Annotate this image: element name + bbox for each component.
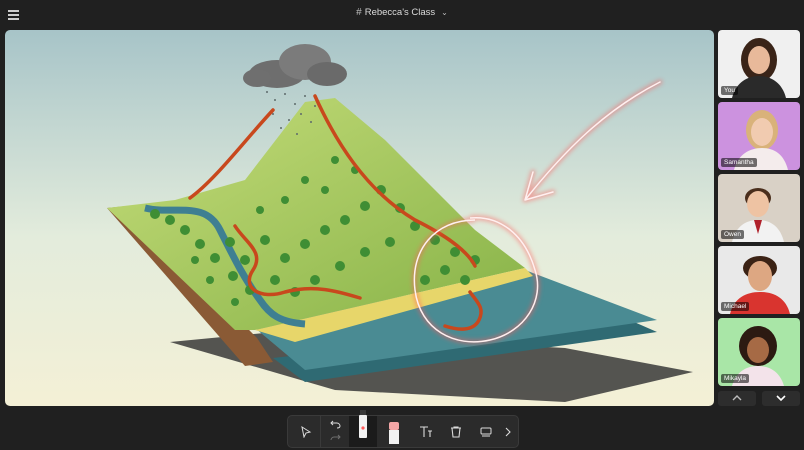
class-title: Rebecca's Class — [364, 7, 436, 18]
top-bar: # Rebecca's Class ⌄ — [0, 0, 804, 28]
text-icon — [420, 426, 432, 437]
divider — [320, 416, 321, 447]
trash-icon — [451, 426, 461, 438]
participant-name: Samantha — [721, 158, 757, 167]
text-tool-button[interactable] — [412, 416, 440, 447]
drawing-toolbar — [287, 410, 519, 448]
participant-tile-you[interactable]: You — [718, 30, 800, 98]
screen-button[interactable] — [472, 416, 500, 447]
scroll-down-button[interactable] — [762, 391, 800, 406]
screen-icon — [480, 427, 492, 437]
select-tool-button[interactable] — [292, 416, 320, 447]
participant-name: Mikayla — [721, 374, 750, 383]
class-title-dropdown[interactable]: # Rebecca's Class ⌄ — [0, 7, 804, 18]
delete-button[interactable] — [442, 416, 470, 447]
more-tools-button[interactable] — [500, 416, 516, 447]
participant-tile-mikayla[interactable]: Mikayla — [718, 318, 800, 386]
eraser-icon — [389, 422, 399, 444]
redo-icon — [330, 434, 341, 441]
cursor-arrow-icon — [301, 426, 312, 438]
hash-icon: # — [356, 7, 362, 18]
pen-icon — [359, 410, 367, 438]
undo-button[interactable] — [322, 416, 348, 431]
chevron-up-icon — [732, 395, 742, 401]
chevron-right-icon — [505, 427, 511, 437]
undo-icon — [330, 420, 341, 429]
chevron-down-icon — [776, 395, 786, 402]
redo-button[interactable] — [322, 431, 348, 446]
participant-name: You — [721, 86, 738, 95]
participant-name: Owen — [721, 230, 744, 239]
scroll-up-button[interactable] — [718, 391, 756, 406]
participant-tile-michael[interactable]: Michael — [718, 246, 800, 314]
participant-tile-owen[interactable]: Owen — [718, 174, 800, 242]
participant-tile-samantha[interactable]: Samantha — [718, 102, 800, 170]
pen-tool-button[interactable] — [349, 410, 377, 447]
whiteboard-canvas[interactable] — [5, 30, 714, 406]
participant-name: Michael — [721, 302, 750, 311]
chevron-down-icon: ⌄ — [441, 8, 448, 17]
eraser-tool-button[interactable] — [380, 416, 408, 447]
